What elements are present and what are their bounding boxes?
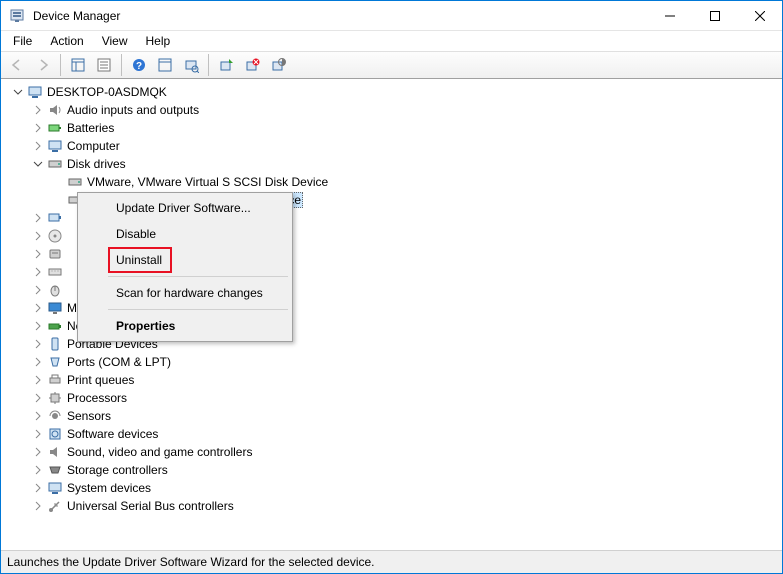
expand-icon[interactable] <box>31 229 45 243</box>
expand-icon[interactable] <box>31 265 45 279</box>
usb-icon <box>47 498 63 514</box>
menu-help[interactable]: Help <box>138 32 179 50</box>
toolbar-separator <box>208 54 209 76</box>
toolbar: ? <box>1 51 782 79</box>
tree-root[interactable]: DESKTOP-0ASDMQK <box>11 83 780 101</box>
close-button[interactable] <box>737 1 782 31</box>
tree-item-disk1[interactable]: VMware, VMware Virtual S SCSI Disk Devic… <box>51 173 780 191</box>
context-menu-disable[interactable]: Disable <box>108 221 290 247</box>
app-icon <box>9 8 25 24</box>
svg-text:?: ? <box>136 61 142 72</box>
computer-icon <box>27 84 43 100</box>
expand-icon[interactable] <box>31 391 45 405</box>
tree-item-sound[interactable]: Sound, video and game controllers <box>31 443 780 461</box>
uninstall-button[interactable] <box>240 53 264 77</box>
monitor-icon <box>47 300 63 316</box>
audio-icon <box>47 102 63 118</box>
expand-icon[interactable] <box>31 247 45 261</box>
cpu-icon <box>47 390 63 406</box>
back-button[interactable] <box>5 53 29 77</box>
collapse-icon[interactable] <box>31 157 45 171</box>
help-button[interactable]: ? <box>127 53 151 77</box>
properties-button[interactable] <box>92 53 116 77</box>
context-menu: Update Driver Software... Disable Uninst… <box>77 192 293 342</box>
device-tree[interactable]: DESKTOP-0ASDMQK Audio inputs and outputs… <box>1 79 782 551</box>
window-title: Device Manager <box>33 9 120 23</box>
ports-icon <box>47 354 63 370</box>
tree-item-sensors[interactable]: Sensors <box>31 407 780 425</box>
sound-icon <box>47 444 63 460</box>
tree-item-processors[interactable]: Processors <box>31 389 780 407</box>
tree-item-computer[interactable]: Computer <box>31 137 780 155</box>
menu-view[interactable]: View <box>94 32 136 50</box>
expand-icon[interactable] <box>31 103 45 117</box>
scan-hardware-button[interactable] <box>179 53 203 77</box>
show-hide-tree-button[interactable] <box>66 53 90 77</box>
expand-icon[interactable] <box>31 319 45 333</box>
expand-icon[interactable] <box>31 121 45 135</box>
tree-item-batteries[interactable]: Batteries <box>31 119 780 137</box>
software-icon <box>47 426 63 442</box>
tree-item-system[interactable]: System devices <box>31 479 780 497</box>
menu-action[interactable]: Action <box>42 32 91 50</box>
tree-item-audio[interactable]: Audio inputs and outputs <box>31 101 780 119</box>
keyboard-icon <box>47 264 63 280</box>
disk-icon <box>67 174 83 190</box>
tree-item-storage[interactable]: Storage controllers <box>31 461 780 479</box>
toolbar-separator <box>60 54 61 76</box>
forward-button[interactable] <box>31 53 55 77</box>
sensor-icon <box>47 408 63 424</box>
computer-icon <box>47 138 63 154</box>
expand-icon[interactable] <box>31 337 45 351</box>
expand-icon[interactable] <box>31 409 45 423</box>
expand-icon[interactable] <box>31 481 45 495</box>
minimize-button[interactable] <box>647 1 692 31</box>
system-icon <box>47 480 63 496</box>
expand-icon[interactable] <box>31 211 45 225</box>
status-text: Launches the Update Driver Software Wiza… <box>7 555 375 569</box>
action-button[interactable] <box>153 53 177 77</box>
disable-button[interactable] <box>266 53 290 77</box>
context-menu-separator <box>108 309 288 310</box>
disk-icon <box>47 156 63 172</box>
tree-root-label: DESKTOP-0ASDMQK <box>45 84 169 100</box>
tree-item-print-queues[interactable]: Print queues <box>31 371 780 389</box>
dvd-icon <box>47 228 63 244</box>
expand-icon[interactable] <box>31 283 45 297</box>
portable-icon <box>47 336 63 352</box>
context-menu-scan[interactable]: Scan for hardware changes <box>108 280 290 306</box>
maximize-button[interactable] <box>692 1 737 31</box>
tree-item-ports[interactable]: Ports (COM & LPT) <box>31 353 780 371</box>
statusbar: Launches the Update Driver Software Wiza… <box>1 551 782 573</box>
expand-icon[interactable] <box>31 373 45 387</box>
expand-icon[interactable] <box>31 499 45 513</box>
storage-icon <box>47 462 63 478</box>
battery-icon <box>47 120 63 136</box>
expand-icon[interactable] <box>31 427 45 441</box>
menubar: File Action View Help <box>1 31 782 51</box>
menu-file[interactable]: File <box>5 32 40 50</box>
context-menu-uninstall[interactable]: Uninstall <box>108 247 172 273</box>
display-adapter-icon <box>47 210 63 226</box>
collapse-icon[interactable] <box>11 85 25 99</box>
expand-icon[interactable] <box>31 301 45 315</box>
toolbar-separator <box>121 54 122 76</box>
hid-icon <box>47 246 63 262</box>
tree-item-software[interactable]: Software devices <box>31 425 780 443</box>
context-menu-separator <box>108 276 288 277</box>
expand-icon[interactable] <box>31 445 45 459</box>
printer-icon <box>47 372 63 388</box>
update-driver-button[interactable] <box>214 53 238 77</box>
network-icon <box>47 318 63 334</box>
tree-item-usb[interactable]: Universal Serial Bus controllers <box>31 497 780 515</box>
context-menu-properties[interactable]: Properties <box>108 313 290 339</box>
mouse-icon <box>47 282 63 298</box>
expand-icon[interactable] <box>31 139 45 153</box>
expand-icon[interactable] <box>31 463 45 477</box>
tree-item-disk-drives[interactable]: Disk drives <box>31 155 780 173</box>
expand-icon[interactable] <box>31 355 45 369</box>
context-menu-update-driver[interactable]: Update Driver Software... <box>108 195 290 221</box>
titlebar: Device Manager <box>1 1 782 31</box>
